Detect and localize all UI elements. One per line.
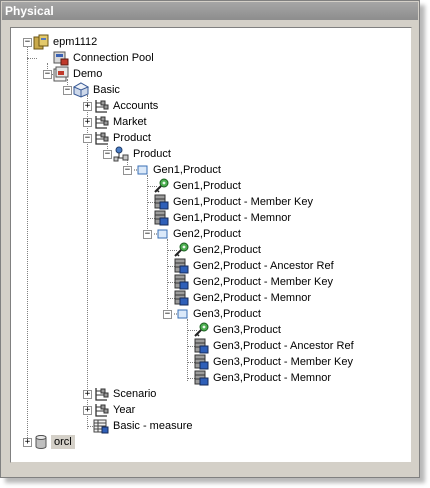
key-column-icon — [154, 178, 169, 193]
physical-panel: Physical − epm1112 Connection Pool − Dem… — [0, 0, 420, 478]
column-icon — [194, 354, 209, 370]
collapse-epm1112-toggle[interactable]: − — [23, 38, 32, 47]
node-label: Gen1,Product - Memnor — [173, 212, 291, 224]
database-icon — [35, 435, 47, 449]
node-label: Year — [113, 404, 136, 416]
collapse-product-dimension-toggle[interactable]: − — [83, 134, 92, 143]
column-icon — [154, 194, 169, 210]
collapse-basic-toggle[interactable]: − — [63, 86, 72, 95]
node-label: Gen2,Product - Memnor — [193, 292, 311, 304]
column-icon — [194, 338, 209, 354]
node-label: Product — [113, 132, 151, 144]
key-column-icon — [174, 242, 189, 257]
node-label: Gen2,Product - Member Key — [193, 276, 334, 288]
key-column-icon — [194, 322, 209, 337]
node-label: Product — [133, 148, 171, 160]
node-label: Market — [113, 116, 147, 128]
level-icon — [154, 229, 168, 239]
expand-market-toggle[interactable]: + — [83, 118, 92, 127]
hierarchy-dimension-icon — [95, 100, 109, 113]
collapse-product-hierarchy-toggle[interactable]: − — [103, 150, 112, 159]
collapse-gen3-level-toggle[interactable]: − — [163, 310, 172, 319]
hierarchy-dimension-icon — [95, 116, 109, 129]
column-icon — [174, 258, 189, 274]
hierarchy-dimension-icon — [95, 132, 109, 145]
expand-accounts-toggle[interactable]: + — [83, 102, 92, 111]
node-label: Gen3,Product — [193, 308, 261, 320]
column-icon — [174, 274, 189, 290]
node-label: Scenario — [113, 388, 157, 400]
hierarchy-dimension-icon — [95, 388, 109, 401]
expand-year-toggle[interactable]: + — [83, 406, 92, 415]
physical-tree[interactable]: − epm1112 Connection Pool − Demo − Basic… — [10, 27, 412, 463]
node-label: Gen1,Product - Member Key — [173, 196, 314, 208]
measure-table-icon — [93, 419, 109, 434]
column-icon — [194, 370, 209, 386]
node-label: Connection Pool — [73, 52, 154, 64]
panel-title: Physical — [2, 2, 418, 20]
node-label: Gen1,Product — [153, 164, 221, 176]
catalog-icon — [53, 66, 69, 82]
node-label: Gen3,Product - Member Key — [213, 356, 354, 368]
hierarchy-dimension-icon — [95, 404, 109, 417]
node-label: Gen3,Product — [213, 324, 281, 336]
node-label: Gen2,Product - Ancestor Ref — [193, 260, 334, 272]
collapse-demo-toggle[interactable]: − — [43, 70, 52, 79]
hierarchy-icon — [113, 146, 129, 162]
column-icon — [154, 210, 169, 226]
node-label: epm1112 — [53, 36, 98, 48]
collapse-gen2-level-toggle[interactable]: − — [143, 230, 152, 239]
expand-scenario-toggle[interactable]: + — [83, 390, 92, 399]
node-label: orcl — [51, 435, 75, 449]
expand-orcl-toggle[interactable]: + — [23, 438, 32, 447]
node-label: Gen1,Product — [173, 180, 241, 192]
connection-pool-icon — [53, 51, 69, 66]
column-icon — [174, 290, 189, 306]
node-label: Gen2,Product — [173, 228, 241, 240]
node-label: Gen3,Product - Ancestor Ref — [213, 340, 354, 352]
node-label: Gen3,Product - Memnor — [213, 372, 331, 384]
node-label: Demo — [73, 68, 103, 80]
collapse-gen1-level-toggle[interactable]: − — [123, 166, 132, 175]
cube-schema-icon — [73, 82, 89, 98]
level-icon — [174, 309, 188, 319]
database-server-icon — [33, 34, 49, 50]
node-label: Gen2,Product — [193, 244, 261, 256]
node-label: Basic — [93, 84, 120, 96]
node-label: Basic - measure — [113, 420, 193, 432]
node-label: Accounts — [113, 100, 159, 112]
level-icon — [134, 165, 148, 175]
